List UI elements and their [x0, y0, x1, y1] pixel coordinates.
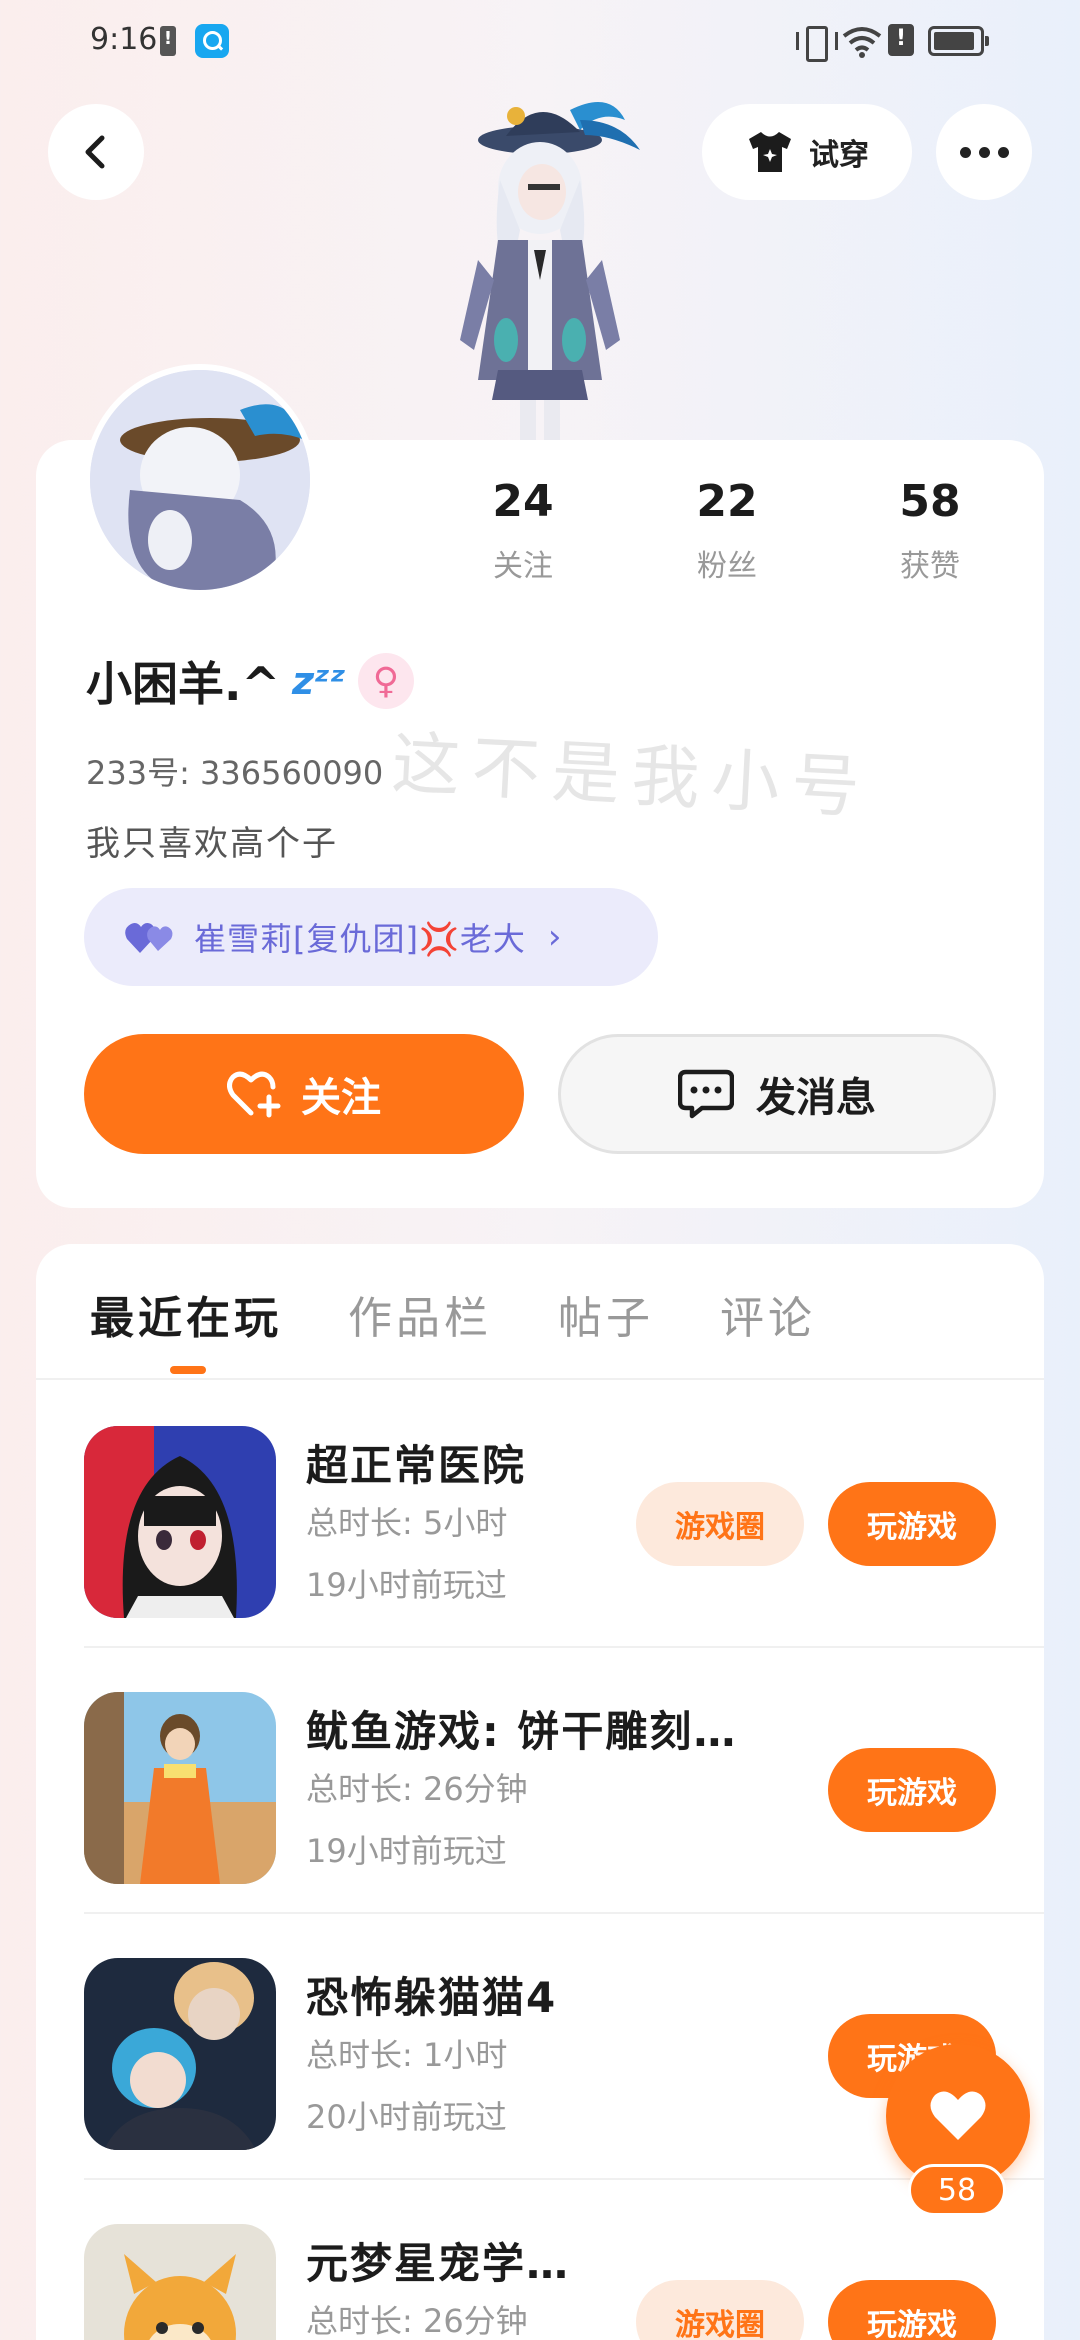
- user-id: 233号: 336560090: [86, 754, 384, 792]
- female-gender-icon: ♀: [357, 653, 414, 709]
- game-thumbnail: [84, 1692, 276, 1884]
- more-dot-icon: [997, 146, 1009, 158]
- game-total-duration: 总时长: 26分钟: [306, 2302, 528, 2340]
- stat-followers-value: 22: [696, 476, 758, 527]
- stat-followers-label: 粉丝: [697, 549, 757, 584]
- chat-bubble-icon: [678, 1069, 734, 1119]
- send-message-button[interactable]: 发消息: [558, 1034, 996, 1154]
- game-total-duration: 总时长: 26分钟: [306, 1770, 528, 1808]
- battery-alert-icon: [160, 26, 176, 56]
- game-list-item[interactable]: 鱿鱼游戏: 饼干雕刻… 总时长: 26分钟 19小时前玩过 玩游戏: [84, 1648, 1044, 1914]
- alert-icon: [888, 24, 914, 56]
- status-bar: 9:16: [0, 0, 1080, 90]
- group-badge[interactable]: 崔雪莉[复仇团]💢老大 ›: [84, 888, 658, 986]
- play-game-button[interactable]: 玩游戏: [828, 1482, 996, 1566]
- profile-tabs: 最近在玩 作品栏 帖子 评论: [90, 1282, 816, 1346]
- follow-label: 关注: [301, 1075, 381, 1121]
- game-circle-button[interactable]: 游戏圈: [636, 1482, 804, 1566]
- divider: [36, 1378, 1044, 1380]
- sleep-emoji-icon: zᶻᶻ: [292, 659, 346, 703]
- stat-following[interactable]: 24 关注: [443, 476, 603, 585]
- game-total-duration: 总时长: 5小时: [306, 1504, 508, 1542]
- game-list-item[interactable]: 元梦星宠学… 总时长: 26分钟 游戏圈 玩游戏: [84, 2180, 1044, 2340]
- tab-works[interactable]: 作品栏: [348, 1282, 492, 1346]
- game-last-played: 19小时前玩过: [306, 1566, 507, 1604]
- tshirt-icon: [749, 132, 791, 172]
- more-dot-icon: [959, 146, 971, 158]
- try-on-label: 试穿: [809, 138, 869, 173]
- username-row: 小困羊.^ zᶻᶻ ♀: [86, 648, 414, 714]
- chevron-left-icon: [85, 135, 105, 169]
- username: 小困羊.^: [86, 657, 281, 711]
- wifi-icon: [842, 27, 882, 58]
- battery-icon: [928, 26, 989, 56]
- game-last-played: 19小时前玩过: [306, 1832, 507, 1870]
- game-total-duration: 总时长: 1小时: [306, 2036, 508, 2074]
- group-label: 崔雪莉[复仇团]💢老大: [194, 920, 526, 958]
- send-message-label: 发消息: [756, 1075, 876, 1121]
- double-heart-icon: [125, 923, 173, 953]
- game-name: 恐怖躲猫猫4: [306, 1973, 558, 2022]
- stat-following-label: 关注: [493, 549, 553, 584]
- chevron-right-icon: ›: [547, 917, 562, 957]
- bio: 我只喜欢高个子: [86, 824, 338, 864]
- game-name: 元梦星宠学…: [306, 2239, 571, 2288]
- vibrate-icon: [796, 26, 838, 62]
- status-time: 9:16: [90, 22, 158, 57]
- play-game-button[interactable]: 玩游戏: [828, 2280, 996, 2340]
- tab-recently-played[interactable]: 最近在玩: [90, 1282, 282, 1346]
- game-thumbnail: [84, 2224, 276, 2340]
- game-circle-button[interactable]: 游戏圈: [636, 2280, 804, 2340]
- avatar-image: [90, 370, 310, 590]
- back-button[interactable]: [48, 104, 144, 200]
- tab-posts[interactable]: 帖子: [558, 1282, 654, 1346]
- stat-likes-value: 58: [899, 476, 961, 527]
- game-thumbnail: [84, 1958, 276, 2150]
- more-button[interactable]: [936, 104, 1032, 200]
- avatar[interactable]: [84, 364, 316, 596]
- more-dot-icon: [978, 146, 990, 158]
- game-name: 鱿鱼游戏: 饼干雕刻…: [306, 1707, 738, 1756]
- follow-button[interactable]: 关注: [84, 1034, 524, 1154]
- play-game-button[interactable]: 玩游戏: [828, 1748, 996, 1832]
- stat-likes-label: 获赞: [900, 549, 960, 584]
- stat-following-value: 24: [492, 476, 554, 527]
- stat-likes[interactable]: 58 获赞: [850, 476, 1010, 585]
- heart-plus-icon: [227, 1071, 281, 1118]
- avatar-character-figure: [460, 102, 640, 440]
- tab-comments[interactable]: 评论: [720, 1282, 816, 1346]
- search-app-icon: [195, 24, 229, 58]
- try-on-button[interactable]: 试穿: [702, 104, 912, 200]
- game-list-item[interactable]: 超正常医院 总时长: 5小时 19小时前玩过 游戏圈 玩游戏: [84, 1382, 1044, 1648]
- stat-followers[interactable]: 22 粉丝: [647, 476, 807, 585]
- active-tab-indicator: [170, 1366, 206, 1374]
- like-count-badge: 58: [908, 2164, 1006, 2216]
- heart-icon: [930, 2091, 986, 2140]
- game-name: 超正常医院: [306, 1441, 527, 1490]
- game-last-played: 20小时前玩过: [306, 2098, 507, 2136]
- game-thumbnail: [84, 1426, 276, 1618]
